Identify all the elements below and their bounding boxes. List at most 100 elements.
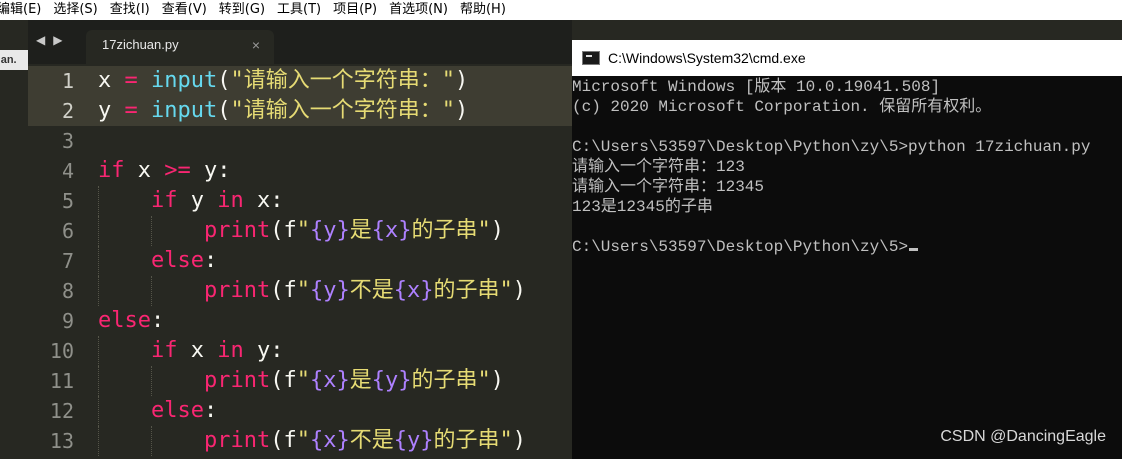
code-token: {x} [309, 428, 350, 453]
cursor-icon [909, 248, 919, 251]
code-token: (f [270, 428, 297, 453]
cmd-line: 123是12345的子串 [572, 197, 1122, 217]
code-token: else [150, 398, 204, 423]
code-token: {x} [393, 278, 434, 303]
cmd-line-text: 123是12345的子串 [572, 198, 713, 216]
code-line[interactable]: else: [98, 246, 217, 276]
code-token: (f [270, 368, 297, 393]
forward-arrow-icon[interactable]: ▶ [53, 34, 62, 46]
code-token: if [150, 338, 178, 363]
code-line[interactable]: x = input("请输入一个字符串：") [88, 66, 572, 96]
code-token: {y} [371, 368, 412, 393]
code-token: input [151, 98, 218, 123]
tab-label: 17zichuan.py [102, 37, 179, 52]
code-line[interactable]: print(f"{y}是{x}的子串") [98, 216, 504, 246]
code-token: ) [490, 218, 504, 243]
code-token: {y} [393, 428, 434, 453]
cmd-line: (c) 2020 Microsoft Corporation. 保留所有权利。 [572, 97, 1122, 117]
code-token: (f [270, 278, 297, 303]
code-token: in [217, 338, 244, 363]
code-token: if [98, 158, 125, 183]
code-token: : [203, 248, 218, 273]
code-token: " [296, 428, 310, 453]
indent-guide [98, 276, 99, 306]
cmd-titlebar[interactable]: C:\Windows\System32\cmd.exe [572, 40, 1122, 76]
sidebar: uan. [0, 20, 28, 459]
menu-item-6[interactable]: 项目(P) [333, 0, 377, 20]
code-token: "请输入一个字符串：" [230, 68, 455, 93]
code-line[interactable]: print(f"{x}不是{y}的子串") [98, 426, 526, 456]
code-token: = [124, 68, 138, 93]
cmd-line-text: Microsoft Windows [版本 10.0.19041.508] [572, 78, 941, 96]
menu-item-4[interactable]: 转到(G) [219, 0, 265, 20]
cmd-window-title: C:\Windows\System32\cmd.exe [608, 50, 806, 66]
cmd-line: 请输入一个字符串：12345 [572, 177, 1122, 197]
code-token: 是 [349, 218, 372, 243]
menu-bar: 编辑(E) 选择(S) 查找(I) 查看(V) 转到(G) 工具(T) 项目(P) 首选项(N… [0, 0, 1122, 20]
code-token: = [124, 98, 138, 123]
code-token: print [203, 428, 271, 453]
code-token: else [98, 308, 151, 333]
code-token: print [203, 368, 271, 393]
cmd-window[interactable]: C:\Windows\System32\cmd.exe Microsoft Wi… [572, 40, 1122, 459]
code-token: 的子串" [411, 368, 491, 393]
sidebar-file-tab[interactable]: uan. [0, 50, 28, 70]
code-token: ( [217, 68, 231, 93]
code-line[interactable]: if x >= y: [98, 156, 231, 186]
line-number: 10 [49, 339, 74, 363]
code-line[interactable]: else: [98, 306, 164, 336]
code-token: 的子串" [411, 218, 491, 243]
code-line[interactable]: if x in y: [98, 336, 284, 366]
code-token: 的子串" [433, 428, 513, 453]
line-number: 4 [61, 159, 74, 183]
cmd-line: Microsoft Windows [版本 10.0.19041.508] [572, 77, 1122, 97]
code-line[interactable]: if y in x: [98, 186, 284, 216]
cmd-line [572, 117, 1122, 137]
cmd-icon [582, 51, 600, 65]
menu-item-1[interactable]: 选择(S) [53, 0, 97, 20]
code-editor[interactable]: 1x = input("请输入一个字符串：") 2 y = input("请输入一个… [28, 64, 572, 459]
code-token: {y} [309, 278, 350, 303]
code-token: print [203, 278, 271, 303]
indent-guide [98, 426, 99, 456]
watermark: CSDN @DancingEagle [940, 428, 1106, 445]
menu-item-2[interactable]: 查找(I) [110, 0, 150, 20]
indent-guide [151, 366, 152, 396]
code-token: y: [243, 338, 284, 363]
cmd-line-text: C:\Users\53597\Desktop\Python\zy\5>pytho… [572, 138, 1091, 156]
cmd-line-text: C:\Users\53597\Desktop\Python\zy\5> [572, 238, 909, 256]
code-line[interactable]: print(f"{y}不是{x}的子串") [98, 276, 526, 306]
menu-item-8[interactable]: 帮助(H) [460, 0, 506, 20]
code-token: x [177, 338, 218, 363]
cmd-line-text: 请输入一个字符串：12345 [572, 178, 765, 196]
menu-item-0[interactable]: 编辑(E) [0, 0, 41, 20]
code-token: ) [454, 68, 469, 93]
close-icon[interactable]: × [252, 30, 260, 60]
code-token: y [98, 98, 125, 123]
menu-item-7[interactable]: 首选项(N) [389, 0, 448, 20]
code-token: : [203, 398, 218, 423]
indent-guide [98, 366, 99, 396]
code-token: x: [243, 188, 284, 213]
code-line[interactable]: else: [98, 396, 217, 426]
code-token: 的子串" [433, 278, 513, 303]
cmd-output[interactable]: Microsoft Windows [版本 10.0.19041.508] (c)… [572, 77, 1122, 257]
code-token: ) [512, 428, 526, 453]
code-token: ) [490, 368, 504, 393]
cmd-line: 请输入一个字符串：123 [572, 157, 1122, 177]
code-token: 不是 [349, 428, 394, 453]
indent-guide [98, 186, 99, 216]
menu-item-5[interactable]: 工具(T) [277, 0, 321, 20]
tab-bar: ◀ ▶ 17zichuan.py × [28, 20, 572, 64]
code-token: else [150, 248, 204, 273]
tab-17zichuan[interactable]: 17zichuan.py × [86, 30, 274, 64]
back-arrow-icon[interactable]: ◀ [36, 34, 45, 46]
indent-guide [98, 246, 99, 276]
code-token: " [296, 278, 310, 303]
menu-item-3[interactable]: 查看(V) [162, 0, 207, 20]
code-line[interactable]: y = input("请输入一个字符串：") [88, 96, 572, 126]
code-line[interactable]: print(f"{x}是{y}的子串") [98, 366, 504, 396]
line-number: 7 [61, 249, 74, 273]
